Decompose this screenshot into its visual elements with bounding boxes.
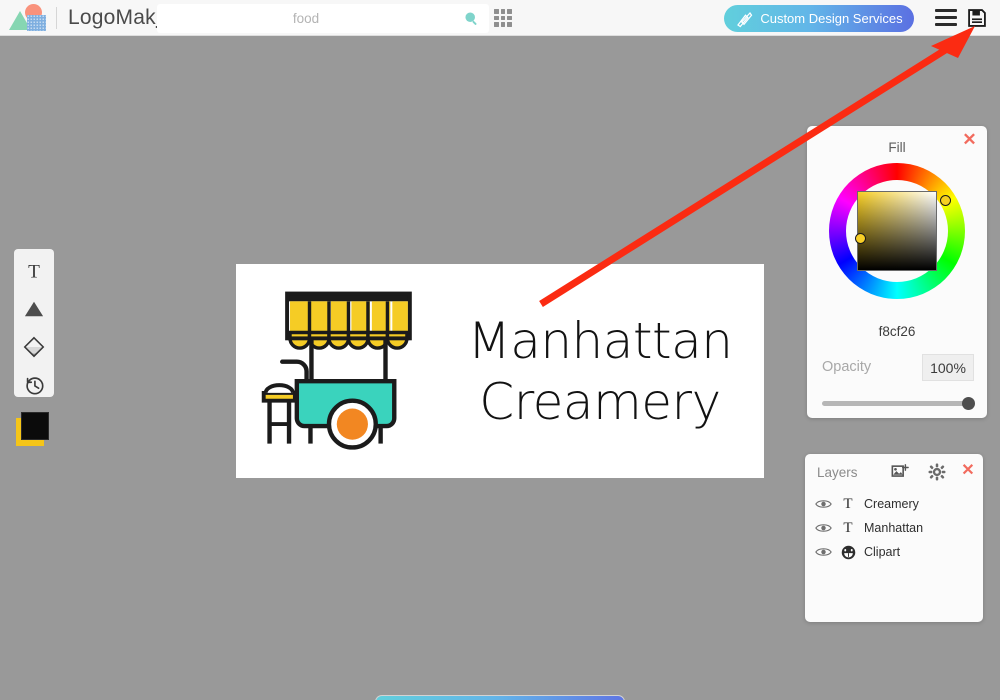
grid-dot xyxy=(507,9,512,14)
brand-divider xyxy=(56,6,57,29)
ice-cream-cart-clipart[interactable] xyxy=(250,276,445,466)
brand-name: LogoMakr xyxy=(68,6,163,30)
hue-handle[interactable] xyxy=(940,195,951,206)
grid-dot xyxy=(494,22,499,27)
logo-square-shape xyxy=(27,14,46,31)
gear-icon[interactable] xyxy=(928,463,946,481)
eye-icon[interactable] xyxy=(815,521,832,535)
layers-panel-header: Layers ✕ xyxy=(805,461,983,485)
search-icon[interactable] xyxy=(463,10,480,27)
text-T-icon: T xyxy=(843,495,853,512)
pencil-ruler-icon xyxy=(737,11,753,27)
brand-name-main: LogoMak xyxy=(68,5,156,29)
primary-color-swatch[interactable] xyxy=(21,412,49,440)
menu-bar xyxy=(935,9,957,12)
add-image-icon[interactable] xyxy=(891,463,909,481)
opacity-slider[interactable] xyxy=(822,397,975,410)
grid-dot xyxy=(494,15,499,21)
search-container xyxy=(157,4,489,33)
eye-icon[interactable] xyxy=(815,497,832,511)
layer-name: Creamery xyxy=(864,497,919,511)
grid-dot xyxy=(500,22,506,27)
left-toolbar: T xyxy=(14,249,54,397)
clock-undo-icon xyxy=(26,376,44,395)
brand[interactable]: LogoMakr xyxy=(0,0,163,36)
layers-panel: Layers ✕ T Creamery T Manhattan Clipart xyxy=(805,454,983,622)
layers-panel-title: Layers xyxy=(817,465,858,480)
color-swatches xyxy=(16,412,56,448)
saturation-value-square[interactable] xyxy=(857,191,937,271)
eye-icon[interactable] xyxy=(815,545,832,559)
design-templates-button[interactable]: Design Templates xyxy=(375,695,625,700)
menu-bar xyxy=(935,23,957,26)
opacity-slider-knob[interactable] xyxy=(962,397,975,410)
layer-row-creamery[interactable]: T Creamery xyxy=(815,492,975,516)
floppy-disk-save-icon[interactable] xyxy=(967,8,987,28)
shapes-tool-button[interactable] xyxy=(21,297,47,322)
opacity-value-field[interactable]: 100% xyxy=(922,354,974,381)
opacity-slider-track xyxy=(822,401,974,406)
search-input[interactable] xyxy=(157,4,489,33)
logo-text-group[interactable]: Manhattan Creamery xyxy=(446,284,754,460)
layer-name: Manhattan xyxy=(864,521,924,535)
grid-dot xyxy=(500,15,506,21)
history-tool-button[interactable] xyxy=(21,372,47,397)
smiley-face-icon xyxy=(839,544,857,560)
layer-row-manhattan[interactable]: T Manhattan xyxy=(815,516,975,540)
opacity-row: Opacity 100% xyxy=(822,354,974,382)
logomakr-shapes-logo-icon xyxy=(8,2,52,34)
logo-text-line-manhattan[interactable]: Manhattan xyxy=(468,312,733,371)
grid-dot xyxy=(507,15,512,21)
grid-dot xyxy=(500,9,506,14)
fill-hex-value[interactable]: f8cf26 xyxy=(807,324,987,339)
svg-text:T: T xyxy=(28,262,40,283)
logomakr-app: LogoMakr Custom Design Services xyxy=(0,0,1000,700)
layer-row-clipart[interactable]: Clipart xyxy=(815,540,975,564)
text-T-icon: T xyxy=(843,519,853,536)
app-header: LogoMakr Custom Design Services xyxy=(0,0,1000,36)
logo-canvas[interactable]: Manhattan Creamery xyxy=(236,264,764,478)
color-wheel[interactable] xyxy=(829,163,965,299)
logo-text-line-creamery[interactable]: Creamery xyxy=(479,373,721,432)
saturation-value-handle[interactable] xyxy=(855,233,866,244)
text-tool-button[interactable]: T xyxy=(21,259,47,284)
grid-dot xyxy=(494,9,499,14)
triangle-icon xyxy=(24,301,44,317)
fill-tool-button[interactable] xyxy=(21,335,47,360)
layers-panel-close-icon[interactable]: ✕ xyxy=(960,461,976,481)
paint-diamond-icon xyxy=(23,336,45,358)
hamburger-menu-icon[interactable] xyxy=(935,9,957,26)
custom-design-services-label: Custom Design Services xyxy=(760,11,903,26)
fill-panel: ✕ Fill f8cf26 Opacity 100% xyxy=(807,126,987,418)
menu-bar xyxy=(935,16,957,19)
opacity-label: Opacity xyxy=(822,359,872,375)
custom-design-services-button[interactable]: Custom Design Services xyxy=(724,5,914,32)
layer-name: Clipart xyxy=(864,545,901,559)
grid-apps-icon[interactable] xyxy=(494,9,512,27)
text-T-icon: T xyxy=(28,262,40,283)
grid-dot xyxy=(507,22,512,27)
fill-panel-title: Fill xyxy=(888,140,906,155)
canvas-workspace[interactable]: T Manhattan Creamery ✕ Fill f8cf26 Opaci… xyxy=(0,36,1000,700)
